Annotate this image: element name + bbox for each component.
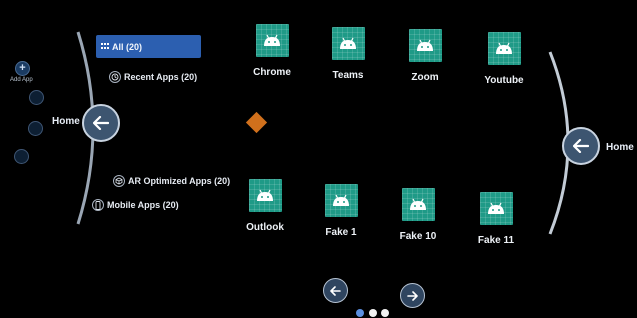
category-recent[interactable]: Recent Apps (20) xyxy=(109,71,197,83)
android-icon xyxy=(248,179,282,212)
app-tile-outlook[interactable]: Outlook xyxy=(225,179,305,233)
android-icon xyxy=(331,27,365,60)
app-tile-fake-11[interactable]: Fake 11 xyxy=(456,192,536,246)
home-label-left: Home xyxy=(52,116,80,127)
orange-diamond-marker xyxy=(245,111,268,134)
arrow-right-icon xyxy=(407,290,418,301)
android-icon xyxy=(324,184,358,217)
home-label-right: Home xyxy=(606,142,634,153)
page-dot-3[interactable] xyxy=(381,309,389,317)
app-label: Youtube xyxy=(484,75,524,86)
category-ar-optimized-label: AR Optimized Apps (20) xyxy=(128,176,231,186)
add-app-button[interactable]: + xyxy=(15,61,30,76)
arrow-left-icon xyxy=(573,139,589,153)
history-icon xyxy=(109,71,121,83)
app-tile-youtube[interactable]: Youtube xyxy=(464,32,544,86)
category-mobile[interactable]: Mobile Apps (20) xyxy=(92,199,179,211)
sidebar-slot-2[interactable] xyxy=(28,121,43,136)
app-tile-zoom[interactable]: Zoom xyxy=(385,29,465,83)
category-all-label: All (20) xyxy=(112,41,143,52)
app-label: Outlook xyxy=(246,222,284,233)
app-tile-chrome[interactable]: Chrome xyxy=(232,24,312,78)
category-all[interactable]: All (20) xyxy=(96,35,201,58)
page-dot-2[interactable] xyxy=(369,309,377,317)
app-label: Teams xyxy=(332,70,364,81)
android-icon xyxy=(487,32,521,65)
phone-icon xyxy=(92,199,104,211)
plus-icon: + xyxy=(19,62,26,74)
category-ar-optimized[interactable]: AR Optimized Apps (20) xyxy=(113,175,230,187)
arrow-left-icon xyxy=(93,116,109,130)
app-label: Fake 1 xyxy=(325,227,357,238)
next-page-button[interactable] xyxy=(400,283,425,308)
grid-icon xyxy=(101,43,109,49)
category-mobile-label: Mobile Apps (20) xyxy=(107,200,179,210)
app-tile-fake-1[interactable]: Fake 1 xyxy=(301,184,381,238)
page-dot-1-active[interactable] xyxy=(356,309,364,317)
app-label: Zoom xyxy=(411,72,439,83)
cube-icon xyxy=(113,175,125,187)
arrow-left-icon xyxy=(330,285,341,296)
sidebar-slot-3[interactable] xyxy=(14,149,29,164)
android-icon xyxy=(401,188,435,221)
sidebar-slot-1[interactable] xyxy=(29,90,44,105)
android-icon xyxy=(255,24,289,57)
app-label: Fake 11 xyxy=(477,235,515,246)
app-tile-fake-10[interactable]: Fake 10 xyxy=(378,188,458,242)
app-tile-teams[interactable]: Teams xyxy=(308,27,388,81)
prev-page-button[interactable] xyxy=(323,278,348,303)
app-label: Fake 10 xyxy=(399,231,437,242)
android-icon xyxy=(479,192,513,225)
android-icon xyxy=(408,29,442,62)
home-button-left[interactable] xyxy=(82,104,120,142)
home-button-right[interactable] xyxy=(562,127,600,165)
app-label: Chrome xyxy=(253,67,291,78)
add-app-label: Add App xyxy=(10,77,33,83)
category-recent-label: Recent Apps (20) xyxy=(124,72,198,82)
